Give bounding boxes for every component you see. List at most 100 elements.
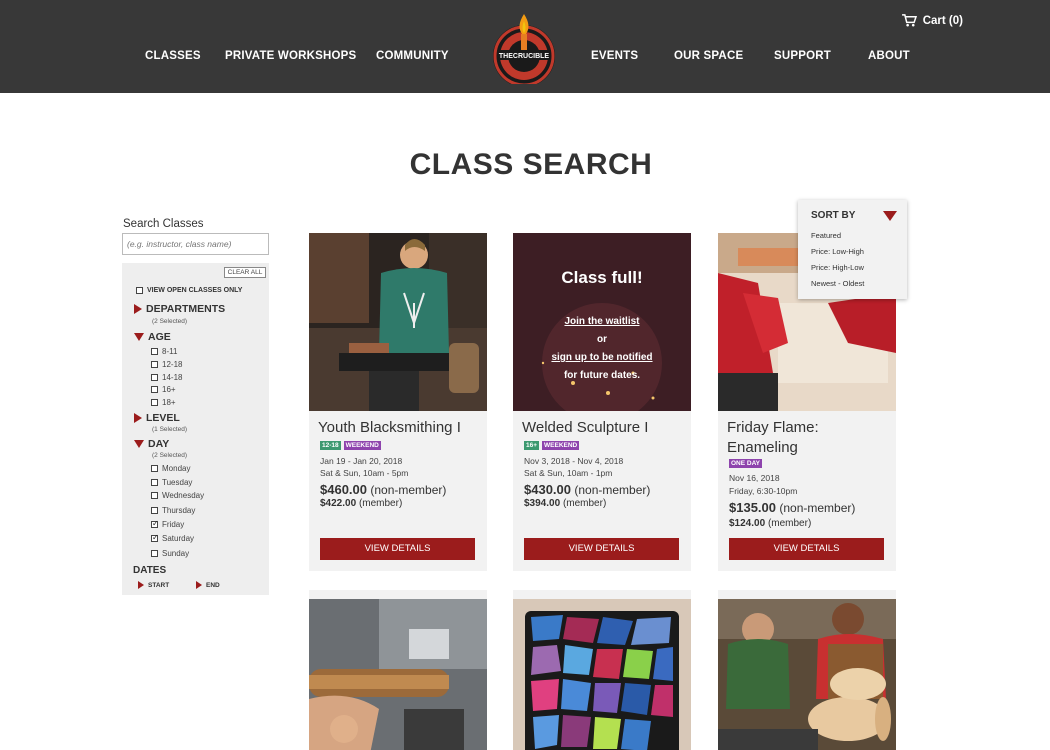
nav-community[interactable]: COMMUNITY bbox=[376, 50, 449, 62]
checkbox-icon[interactable] bbox=[151, 348, 158, 355]
departments-toggle[interactable]: DEPARTMENTS bbox=[134, 303, 225, 315]
price-member: $422.00 (member) bbox=[320, 498, 402, 509]
age-option[interactable]: 8-11 bbox=[151, 347, 177, 356]
sort-dropdown-arrow-icon[interactable] bbox=[883, 211, 897, 221]
schedule-badge: WEEKEND bbox=[542, 441, 580, 450]
checkbox-icon[interactable] bbox=[151, 399, 158, 406]
price-member-suffix: (member) bbox=[767, 518, 812, 529]
class-full-overlay: Class full! Join the waitlist or sign up… bbox=[513, 233, 691, 411]
price-member-value: $124.00 bbox=[729, 518, 766, 529]
class-card[interactable] bbox=[513, 590, 691, 750]
nav-events[interactable]: EVENTS bbox=[591, 50, 638, 62]
day-option-label: Monday bbox=[162, 464, 191, 473]
price-nonmember-value: $460.00 bbox=[320, 482, 367, 497]
level-toggle[interactable]: LEVEL bbox=[134, 412, 180, 424]
day-option[interactable]: Friday bbox=[151, 519, 184, 529]
checkbox-icon[interactable] bbox=[151, 386, 158, 393]
day-option[interactable]: Monday bbox=[151, 464, 190, 473]
view-details-button[interactable]: VIEW DETAILS bbox=[320, 538, 475, 560]
age-option[interactable]: 12-18 bbox=[151, 360, 182, 369]
class-time: Sat & Sun, 10am - 1pm bbox=[524, 468, 613, 478]
day-option[interactable]: Thursday bbox=[151, 506, 195, 515]
class-time: Friday, 6:30-10pm bbox=[729, 486, 798, 496]
notify-signup-link[interactable]: sign up to be notified bbox=[513, 352, 691, 363]
logo-wordmark: THECRUCIBLE bbox=[499, 53, 549, 60]
nav-classes[interactable]: CLASSES bbox=[145, 50, 201, 62]
class-title[interactable]: Friday Flame: Enameling bbox=[727, 418, 892, 458]
nav-our-space[interactable]: OUR SPACE bbox=[674, 50, 743, 62]
view-details-button[interactable]: VIEW DETAILS bbox=[729, 538, 884, 560]
class-dates: Nov 16, 2018 bbox=[729, 473, 780, 483]
date-end-label: END bbox=[206, 581, 220, 589]
clear-all-button[interactable]: CLEAR ALL bbox=[224, 267, 266, 278]
open-classes-filter[interactable]: VIEW OPEN CLASSES ONLY bbox=[136, 287, 242, 294]
day-option[interactable]: Sunday bbox=[151, 549, 189, 558]
departments-count: (2 Selected) bbox=[152, 318, 188, 325]
age-badge: 12-18 bbox=[320, 441, 341, 450]
checkbox-icon[interactable] bbox=[151, 374, 158, 381]
search-input[interactable] bbox=[122, 233, 269, 255]
dates-label: DATES bbox=[133, 565, 167, 576]
class-time: Sat & Sun, 10am - 5pm bbox=[320, 468, 409, 478]
overlay-future-text: for future dates. bbox=[563, 370, 641, 381]
age-option-label: 18+ bbox=[162, 398, 176, 407]
crucible-logo[interactable]: THECRUCIBLE bbox=[491, 12, 559, 87]
checkbox-checked-icon[interactable] bbox=[151, 519, 159, 528]
checkbox-icon[interactable] bbox=[136, 287, 143, 294]
sort-dropdown[interactable]: SORT BY Featured Price: Low-High Price: … bbox=[798, 200, 907, 299]
cart-link[interactable]: Cart (0) bbox=[901, 14, 963, 27]
nav-private-workshops[interactable]: PRIVATE WORKSHOPS bbox=[225, 50, 356, 62]
day-option-label: Tuesday bbox=[162, 478, 193, 487]
day-option-label: Sunday bbox=[162, 549, 190, 558]
view-details-button[interactable]: VIEW DETAILS bbox=[524, 538, 679, 560]
class-photo-woodturning[interactable] bbox=[309, 590, 487, 750]
class-dates: Nov 3, 2018 - Nov 4, 2018 bbox=[524, 456, 624, 466]
age-option[interactable]: 14-18 bbox=[151, 373, 182, 382]
age-toggle[interactable]: AGE bbox=[134, 331, 171, 343]
expand-arrow-icon bbox=[196, 581, 202, 589]
class-title[interactable]: Youth Blacksmithing I bbox=[318, 418, 483, 438]
day-option[interactable]: Tuesday bbox=[151, 478, 192, 487]
checkbox-icon[interactable] bbox=[151, 465, 158, 472]
class-card[interactable] bbox=[309, 590, 487, 750]
day-option-label: Thursday bbox=[162, 506, 196, 515]
age-option[interactable]: 16+ bbox=[151, 385, 176, 394]
sort-option-featured[interactable]: Featured bbox=[811, 231, 841, 240]
join-waitlist-link[interactable]: Join the waitlist bbox=[513, 316, 691, 327]
date-start-picker[interactable]: START bbox=[138, 581, 169, 589]
nav-about[interactable]: ABOUT bbox=[868, 50, 910, 62]
checkbox-icon[interactable] bbox=[151, 550, 158, 557]
class-card[interactable] bbox=[718, 590, 896, 750]
sort-option-newest[interactable]: Newest - Oldest bbox=[811, 279, 864, 288]
checkbox-checked-icon[interactable] bbox=[151, 533, 159, 542]
class-photo-glass-mosaic[interactable] bbox=[513, 590, 691, 750]
price-member: $124.00 (member) bbox=[729, 518, 811, 529]
class-photo-woodworking[interactable] bbox=[718, 590, 896, 750]
date-end-picker[interactable]: END bbox=[196, 581, 220, 589]
class-card[interactable]: Youth Blacksmithing I 12-18 WEEKEND Jan … bbox=[309, 233, 487, 571]
class-photo-blacksmithing[interactable] bbox=[309, 233, 487, 411]
day-option[interactable]: Saturday bbox=[151, 533, 194, 543]
nav-support[interactable]: SUPPORT bbox=[774, 50, 831, 62]
page-title: CLASS SEARCH bbox=[409, 148, 653, 181]
price-nonmember: $460.00 (non-member) bbox=[320, 482, 446, 497]
price-nonmember: $430.00 (non-member) bbox=[524, 482, 650, 497]
day-option-label: Wednesday bbox=[162, 491, 205, 500]
class-card[interactable]: Class full! Join the waitlist or sign up… bbox=[513, 233, 691, 571]
checkbox-icon[interactable] bbox=[151, 361, 158, 368]
class-title[interactable]: Welded Sculpture I bbox=[522, 418, 687, 438]
class-photo-welded-sculpture[interactable]: Class full! Join the waitlist or sign up… bbox=[513, 233, 691, 411]
sort-option-price-low-high[interactable]: Price: Low-High bbox=[811, 247, 864, 256]
expand-arrow-icon bbox=[134, 413, 142, 423]
expand-arrow-icon bbox=[134, 304, 142, 314]
price-member-value: $422.00 bbox=[320, 498, 357, 509]
checkbox-icon[interactable] bbox=[151, 507, 158, 514]
checkbox-icon[interactable] bbox=[151, 479, 158, 486]
day-option[interactable]: Wednesday bbox=[151, 491, 204, 500]
open-classes-label: VIEW OPEN CLASSES ONLY bbox=[147, 287, 243, 294]
day-toggle[interactable]: DAY bbox=[134, 438, 169, 450]
checkbox-icon[interactable] bbox=[151, 492, 158, 499]
schedule-badge: WEEKEND bbox=[343, 441, 381, 450]
age-option[interactable]: 18+ bbox=[151, 398, 176, 407]
sort-option-price-high-low[interactable]: Price: High-Low bbox=[811, 263, 864, 272]
